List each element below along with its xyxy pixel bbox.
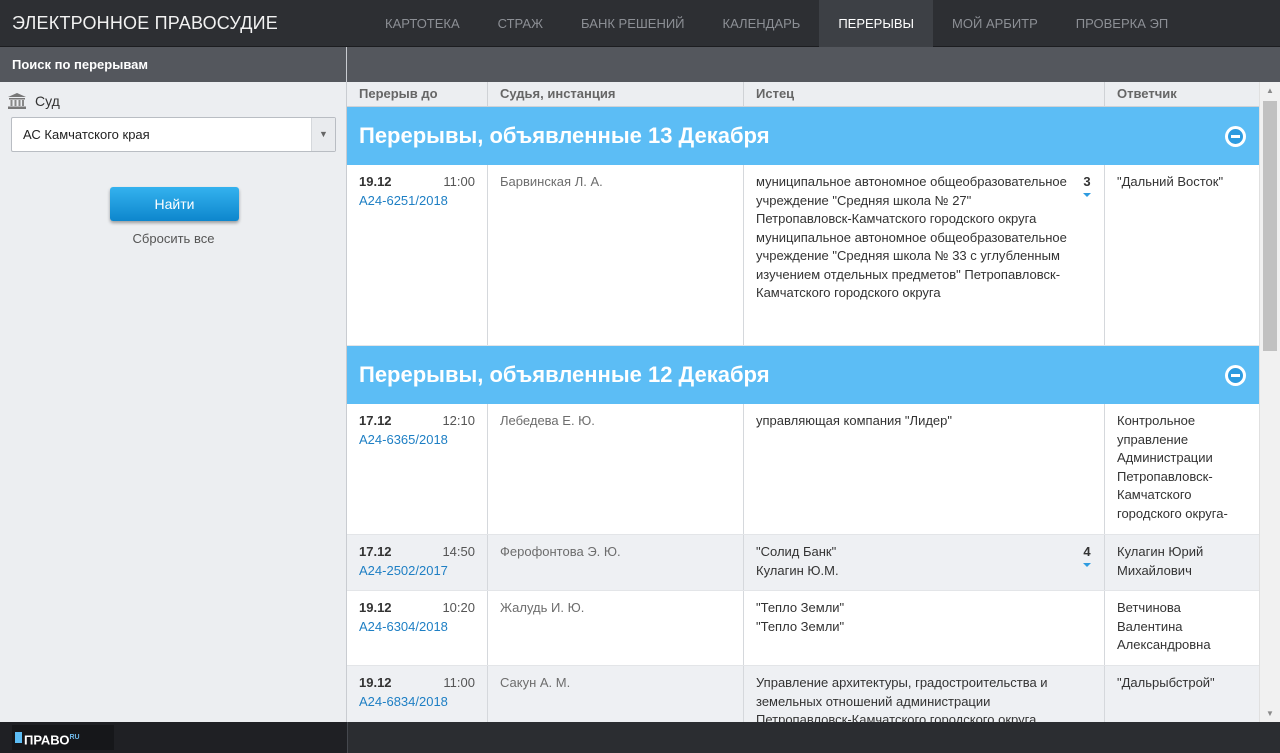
table-header: Перерыв до Судья, инстанция Истец Ответч…: [347, 82, 1259, 107]
participants-count-badge[interactable]: 4: [1082, 543, 1092, 567]
plaintiff-text: муниципальное автономное общеобразовател…: [756, 174, 1067, 300]
group-header: Перерывы, объявленные 13 Декабря: [347, 107, 1259, 165]
cell-pereryv: 19.12 10:20 А24-6304/2018: [347, 591, 488, 665]
case-number-link[interactable]: А24-6834/2018: [359, 693, 475, 712]
main-toolbar: [347, 47, 1280, 82]
cell-judge: Ферофонтова Э. Ю.: [488, 535, 744, 590]
cell-defendant: "Дальний Восток": [1117, 174, 1224, 189]
scroll-down-arrow-icon[interactable]: ▼: [1260, 705, 1280, 722]
pravo-logo-icon: [15, 732, 22, 743]
nav-item-proverka-ep[interactable]: ПРОВЕРКА ЭП: [1057, 0, 1187, 47]
reset-all-link[interactable]: Сбросить все: [0, 231, 347, 246]
logo-sup: RU: [69, 734, 80, 741]
cell-judge: Жалудь И. Ю.: [488, 591, 744, 665]
cell-plaintiff: Управление архитектуры, градостроительст…: [744, 666, 1105, 722]
cell-defendant: "Дальрыбстрой": [1117, 675, 1215, 690]
app-title[interactable]: ЭЛЕКТРОННОЕ ПРАВОСУДИЕ: [12, 0, 278, 47]
plaintiff-text: "Тепло Земли" "Тепло Земли": [756, 600, 845, 634]
court-label-text: Суд: [35, 93, 60, 109]
cell-plaintiff: управляющая компания "Лидер": [744, 404, 1105, 534]
column-header-judge[interactable]: Судья, инстанция: [488, 82, 744, 107]
row-time: 10:20: [442, 600, 475, 615]
chevron-down-icon[interactable]: ▼: [311, 118, 335, 151]
row-date: 19.12: [359, 600, 392, 615]
nav-item-kartoteka[interactable]: КАРТОТЕКА: [366, 0, 479, 47]
scroll-up-arrow-icon[interactable]: ▲: [1260, 82, 1280, 99]
court-building-icon: [8, 93, 26, 109]
plaintiff-text: Управление архитектуры, градостроительст…: [756, 675, 1048, 722]
cell-pereryv: 19.12 11:00 А24-6251/2018: [347, 165, 488, 345]
court-select[interactable]: АС Камчатского края ▼: [11, 117, 336, 152]
column-header-pereryv-do[interactable]: Перерыв до: [347, 82, 488, 107]
group-title: Перерывы, объявленные 12 Декабря: [359, 362, 770, 387]
table-row[interactable]: 19.12 10:20 А24-6304/2018 Жалудь И. Ю. "…: [347, 591, 1259, 666]
vertical-scrollbar[interactable]: ▲ ▼: [1259, 82, 1280, 722]
row-date: 17.12: [359, 413, 392, 428]
nav-item-strazh[interactable]: СТРАЖ: [479, 0, 562, 47]
table-row[interactable]: 19.12 11:00 А24-6834/2018 Сакун А. М. Уп…: [347, 666, 1259, 722]
cell-plaintiff: "Тепло Земли" "Тепло Земли": [744, 591, 1105, 665]
logo-text: ПРАВО: [24, 732, 70, 748]
cell-plaintiff: "Солид Банк" Кулагин Ю.М. 4: [744, 535, 1105, 590]
table-row[interactable]: 17.12 12:10 А24-6365/2018 Лебедева Е. Ю.…: [347, 404, 1259, 535]
cell-defendant: Кулагин Юрий Михайлович: [1117, 544, 1204, 578]
scroll-thumb[interactable]: [1263, 101, 1277, 351]
group-header: Перерывы, объявленные 12 Декабря: [347, 346, 1259, 404]
cell-pereryv: 19.12 11:00 А24-6834/2018: [347, 666, 488, 722]
case-number-link[interactable]: А24-6304/2018: [359, 618, 475, 637]
table-row[interactable]: 19.12 11:00 А24-6251/2018 Барвинская Л. …: [347, 165, 1259, 346]
sidebar-title: Поиск по перерывам: [0, 47, 346, 82]
main-panel: Перерыв до Судья, инстанция Истец Ответч…: [347, 47, 1280, 722]
find-button[interactable]: Найти: [110, 187, 239, 221]
cell-pereryv: 17.12 12:10 А24-6365/2018: [347, 404, 488, 534]
main-nav: КАРТОТЕКА СТРАЖ БАНК РЕШЕНИЙ КАЛЕНДАРЬ П…: [366, 0, 1187, 47]
cell-defendant: Ветчинова Валентина Александровна: [1117, 600, 1211, 652]
participants-count-badge[interactable]: 3: [1082, 173, 1092, 197]
row-time: 11:00: [443, 174, 475, 189]
cell-plaintiff: муниципальное автономное общеобразовател…: [744, 165, 1105, 345]
table-body: Перерывы, объявленные 13 Декабря 19.12 1…: [347, 107, 1259, 722]
cell-judge: Лебедева Е. Ю.: [488, 404, 744, 534]
row-time: 11:00: [443, 675, 475, 690]
footer-left: ПРАВОRU: [0, 722, 347, 753]
nav-item-kalendar[interactable]: КАЛЕНДАРЬ: [704, 0, 820, 47]
case-number-link[interactable]: А24-6365/2018: [359, 431, 475, 450]
nav-item-moy-arbitr[interactable]: МОЙ АРБИТР: [933, 0, 1057, 47]
row-date: 17.12: [359, 544, 392, 559]
collapse-icon[interactable]: [1225, 365, 1246, 386]
nav-item-pereryvy[interactable]: ПЕРЕРЫВЫ: [819, 0, 934, 47]
court-select-value: АС Камчатского края: [23, 127, 150, 142]
plaintiff-text: управляющая компания "Лидер": [756, 413, 952, 428]
plaintiff-text: "Солид Банк" Кулагин Ю.М.: [756, 544, 839, 578]
pravo-logo[interactable]: ПРАВОRU: [12, 725, 114, 750]
row-date: 19.12: [359, 675, 392, 690]
cell-pereryv: 17.12 14:50 А24-2502/2017: [347, 535, 488, 590]
court-label: Суд: [8, 93, 60, 109]
case-number-link[interactable]: А24-2502/2017: [359, 562, 475, 581]
footer-right: [347, 722, 1280, 753]
nav-item-bank-resheniy[interactable]: БАНК РЕШЕНИЙ: [562, 0, 704, 47]
row-time: 12:10: [442, 413, 475, 428]
cell-judge: Сакун А. М.: [488, 666, 744, 722]
collapse-icon[interactable]: [1225, 126, 1246, 147]
case-number-link[interactable]: А24-6251/2018: [359, 192, 475, 211]
table-row[interactable]: 17.12 14:50 А24-2502/2017 Ферофонтова Э.…: [347, 535, 1259, 591]
cell-judge: Барвинская Л. А.: [488, 165, 744, 345]
row-date: 19.12: [359, 174, 392, 189]
column-header-plaintiff[interactable]: Истец: [744, 82, 1105, 107]
cell-defendant: Контрольное управление Администрации Пет…: [1117, 413, 1228, 521]
top-bar: ЭЛЕКТРОННОЕ ПРАВОСУДИЕ КАРТОТЕКА СТРАЖ Б…: [0, 0, 1280, 47]
group-title: Перерывы, объявленные 13 Декабря: [359, 123, 770, 148]
column-header-defendant[interactable]: Ответчик: [1105, 82, 1259, 107]
row-time: 14:50: [442, 544, 475, 559]
search-sidebar: Поиск по перерывам Суд АС Камчатского кр…: [0, 47, 347, 722]
